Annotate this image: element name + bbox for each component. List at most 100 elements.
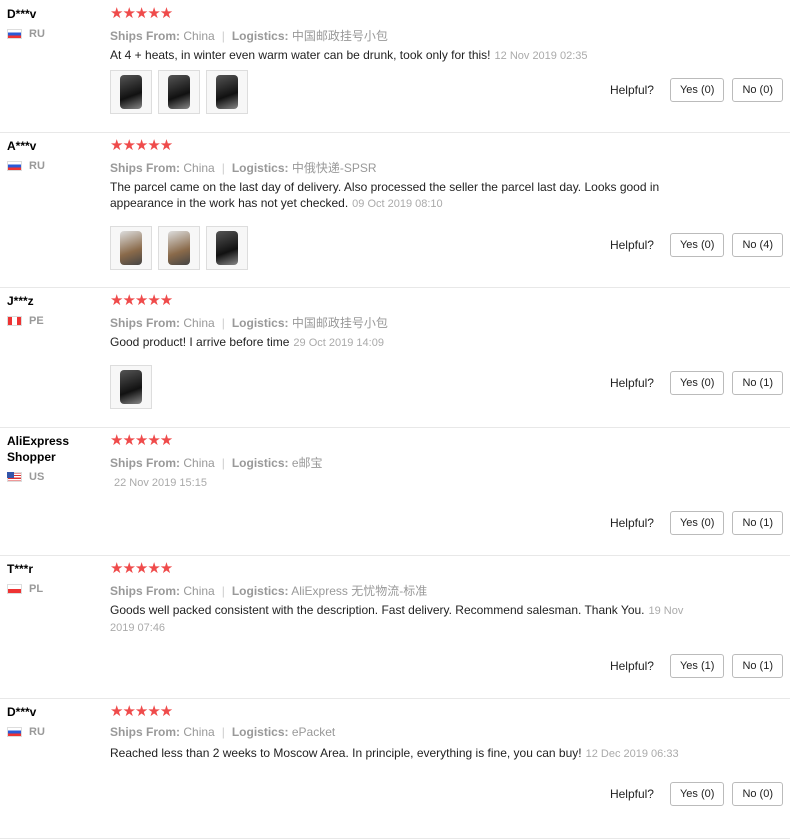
ships-from-label: Ships From: [110, 29, 181, 43]
reviewer-country: RU [7, 160, 102, 172]
review-photo-thumbnail[interactable] [110, 226, 152, 270]
country-flag-icon [7, 316, 22, 326]
reviewer-country: RU [7, 726, 102, 738]
reviewer-country: PL [7, 583, 102, 595]
ships-from-value: China [183, 161, 215, 175]
shipping-meta: Ships From: China | Logistics: 中国邮政挂号小包 [110, 314, 388, 331]
logistics-value: 中国邮政挂号小包 [291, 29, 388, 43]
review-date: 29 Oct 2019 14:09 [293, 337, 384, 349]
helpful-yes-button[interactable]: Yes (0) [669, 233, 725, 257]
helpful-vote: Helpful? Yes (0) No (4) [610, 233, 783, 257]
review-photo-thumbnail[interactable] [206, 226, 248, 270]
ships-from-label: Ships From: [110, 316, 181, 330]
review-photos [110, 365, 152, 409]
country-code: PL [29, 583, 44, 595]
review-photo-thumbnail[interactable] [158, 226, 200, 270]
ships-from-value: China [183, 456, 215, 470]
reviewer-info: D***v RU [7, 704, 102, 738]
country-code: RU [29, 726, 45, 738]
star-rating: ★★★★★ [110, 703, 173, 720]
review-text: Goods well packed consistent with the de… [110, 602, 710, 636]
helpful-vote: Helpful? Yes (0) No (0) [610, 78, 783, 102]
logistics-label: Logistics: [231, 161, 289, 175]
review-body: Reached less than 2 weeks to Moscow Area… [110, 746, 582, 760]
reviewer-country: US [7, 471, 102, 483]
review-photos [110, 226, 248, 270]
review-date: 09 Oct 2019 08:10 [352, 198, 443, 210]
helpful-no-button[interactable]: No (1) [732, 654, 783, 678]
meta-divider: | [221, 584, 225, 598]
review-body: At 4 + heats, in winter even warm water … [110, 48, 491, 62]
reviewer-name: D***v [7, 7, 37, 21]
logistics-label: Logistics: [231, 456, 289, 470]
review-text: Reached less than 2 weeks to Moscow Area… [110, 745, 710, 762]
review-item: T***r PL ★★★★★ Ships From: China | Logistics:… [0, 555, 790, 699]
reviewer-info: T***r PL [7, 561, 102, 595]
logistics-label: Logistics: [231, 584, 289, 598]
shipping-meta: Ships From: China | Logistics: e邮宝 [110, 454, 323, 471]
review-photo-thumbnail[interactable] [158, 70, 200, 114]
helpful-vote: Helpful? Yes (0) No (1) [610, 371, 783, 395]
review-date: 22 Nov 2019 15:15 [114, 477, 207, 489]
country-flag-icon [7, 161, 22, 171]
star-rating: ★★★★★ [110, 137, 173, 154]
ships-from-value: China [183, 29, 215, 43]
reviewer-info: A***v RU [7, 138, 102, 172]
shipping-meta: Ships From: China | Logistics: 中国邮政挂号小包 [110, 27, 388, 44]
logistics-value: 中俄快递-SPSR [291, 161, 377, 175]
helpful-yes-button[interactable]: Yes (0) [669, 371, 725, 395]
ships-from-label: Ships From: [110, 584, 181, 598]
helpful-no-button[interactable]: No (4) [732, 233, 783, 257]
country-flag-icon [7, 584, 22, 594]
meta-divider: | [221, 161, 225, 175]
helpful-label: Helpful? [609, 83, 654, 97]
reviewer-name: T***r [7, 562, 34, 576]
review-body: Good product! I arrive before time [110, 335, 290, 349]
review-photos [110, 70, 248, 114]
review-item: D***v RU ★★★★★ Ships From: China | Logistics:… [0, 0, 790, 133]
helpful-yes-button[interactable]: Yes (1) [669, 654, 725, 678]
logistics-value: e邮宝 [291, 456, 323, 470]
helpful-no-button[interactable]: No (1) [732, 511, 783, 535]
logistics-value: ePacket [291, 725, 336, 739]
helpful-no-button[interactable]: No (1) [732, 371, 783, 395]
ships-from-label: Ships From: [110, 725, 181, 739]
logistics-value: AliExpress 无忧物流-标准 [291, 584, 428, 598]
reviewer-info: AliExpress Shopper US [7, 433, 102, 483]
review-text: The parcel came on the last day of deliv… [110, 179, 710, 212]
country-code: US [29, 471, 45, 483]
review-photo-thumbnail[interactable] [110, 70, 152, 114]
helpful-label: Helpful? [609, 238, 654, 252]
helpful-label: Helpful? [609, 787, 654, 801]
star-rating: ★★★★★ [110, 292, 173, 309]
review-text: 22 Nov 2019 15:15 [110, 474, 710, 491]
country-flag-icon [7, 472, 22, 482]
review-body: Goods well packed consistent with the de… [110, 603, 645, 617]
ships-from-label: Ships From: [110, 161, 181, 175]
ships-from-value: China [183, 725, 215, 739]
helpful-yes-button[interactable]: Yes (0) [669, 511, 725, 535]
review-photo-thumbnail[interactable] [110, 365, 152, 409]
shipping-meta: Ships From: China | Logistics: ePacket [110, 725, 335, 739]
helpful-no-button[interactable]: No (0) [732, 782, 783, 806]
reviewer-name: A***v [7, 139, 37, 153]
star-rating: ★★★★★ [110, 560, 173, 577]
reviewer-country: PE [7, 315, 102, 327]
helpful-no-button[interactable]: No (0) [732, 78, 783, 102]
review-item: A***v RU ★★★★★ Ships From: China | Logistics:… [0, 132, 790, 288]
review-date: 12 Nov 2019 02:35 [494, 50, 588, 62]
reviewer-name: J***z [7, 294, 34, 308]
reviewer-info: D***v RU [7, 6, 102, 40]
helpful-yes-button[interactable]: Yes (0) [669, 78, 725, 102]
star-rating: ★★★★★ [110, 432, 173, 449]
review-photo-thumbnail[interactable] [206, 70, 248, 114]
logistics-label: Logistics: [231, 29, 289, 43]
helpful-yes-button[interactable]: Yes (0) [669, 782, 725, 806]
meta-divider: | [221, 316, 225, 330]
shipping-meta: Ships From: China | Logistics: AliExpress … [110, 582, 427, 599]
country-code: RU [29, 28, 45, 40]
star-rating: ★★★★★ [110, 5, 173, 22]
helpful-vote: Helpful? Yes (0) No (0) [610, 782, 783, 806]
reviewer-info: J***z PE [7, 293, 102, 327]
meta-divider: | [221, 725, 225, 739]
